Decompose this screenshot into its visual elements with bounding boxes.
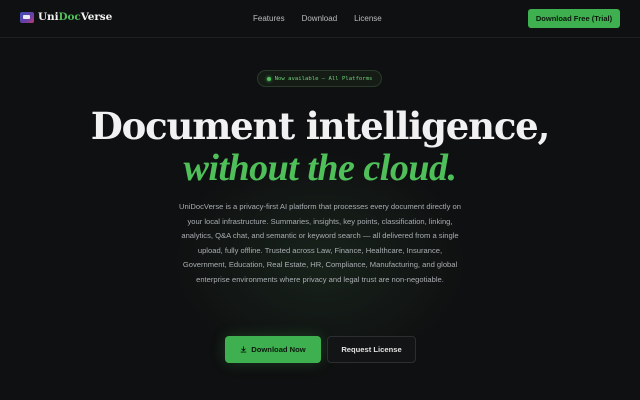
request-license-button[interactable]: Request License (327, 336, 416, 363)
nav-link-download[interactable]: Download (302, 14, 338, 23)
unidocverse-logo-icon (20, 11, 34, 23)
brand-name: UniDocVerse (38, 11, 112, 23)
download-free-trial-button[interactable]: Download Free (Trial) (528, 9, 620, 28)
availability-badge: Now available — All Platforms (257, 70, 382, 87)
status-dot-icon (266, 76, 271, 81)
hero-headline: Document intelligence, (90, 104, 551, 148)
badge-text: Now available — All Platforms (274, 75, 373, 82)
brand-accent: Doc (58, 11, 81, 23)
download-now-label: Download Now (251, 345, 306, 354)
brand[interactable]: UniDocVerse (20, 11, 112, 23)
download-now-button[interactable]: Download Now (225, 336, 321, 363)
nav-links: Features Download License (253, 14, 382, 23)
top-nav: UniDocVerse Features Download License Do… (0, 0, 640, 38)
nav-link-license[interactable]: License (354, 14, 382, 23)
download-icon (240, 346, 247, 353)
brand-suffix: Verse (80, 11, 113, 23)
hero-description: UniDocVerse is a privacy-first AI platfo… (179, 202, 461, 284)
hero-headline-accent: without the cloud. (183, 147, 457, 189)
brand-prefix: Uni (38, 11, 59, 23)
nav-link-features[interactable]: Features (253, 14, 285, 23)
